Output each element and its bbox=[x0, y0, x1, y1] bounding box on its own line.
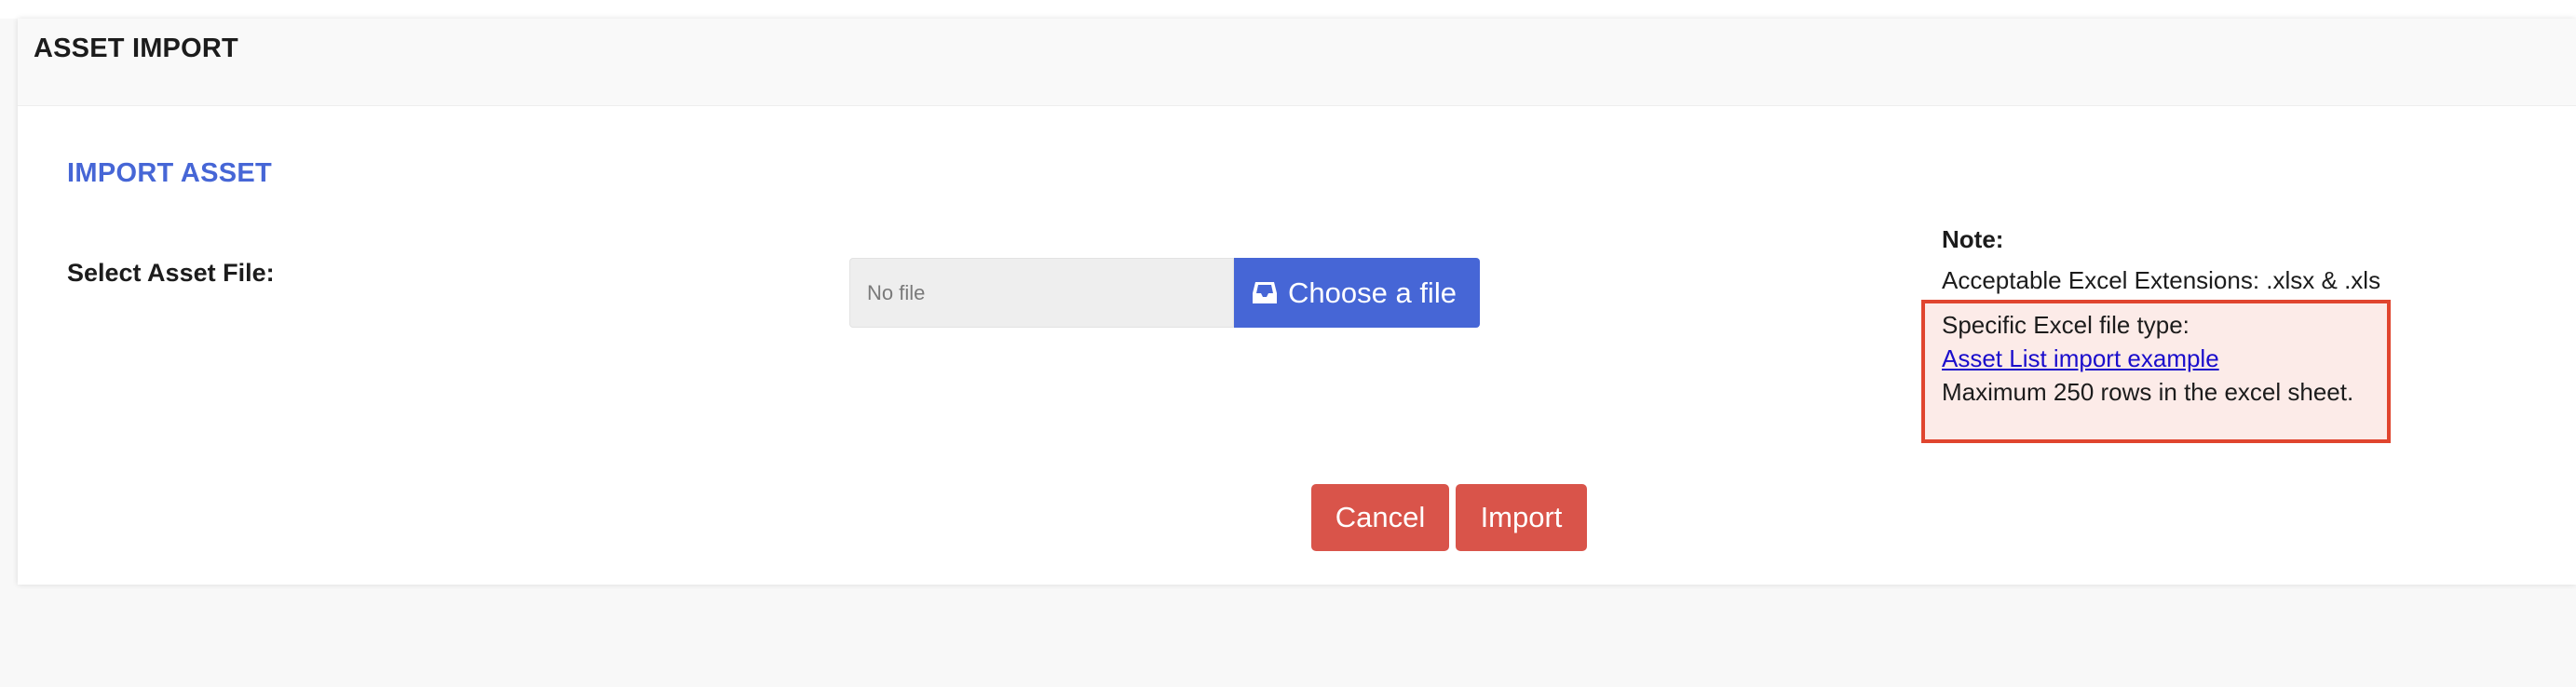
file-type-note-box: Specific Excel file type: Asset List imp… bbox=[1921, 300, 2391, 443]
asset-import-card: ASSET IMPORT IMPORT ASSET Select Asset F… bbox=[18, 19, 2576, 585]
top-strip bbox=[0, 0, 2576, 19]
import-button[interactable]: Import bbox=[1456, 484, 1587, 551]
inbox-icon bbox=[1251, 279, 1279, 307]
asset-list-example-link[interactable]: Asset List import example bbox=[1942, 344, 2219, 373]
file-picker[interactable]: No file Choose a file bbox=[849, 258, 1480, 328]
choose-file-label: Choose a file bbox=[1288, 276, 1457, 309]
max-rows-text: Maximum 250 rows in the excel sheet. bbox=[1942, 378, 2354, 406]
cancel-button[interactable]: Cancel bbox=[1311, 484, 1449, 551]
select-asset-file-label: Select Asset File: bbox=[67, 259, 275, 287]
choose-file-button[interactable]: Choose a file bbox=[1234, 258, 1480, 328]
file-type-text: Specific Excel file type: bbox=[1942, 311, 2190, 339]
card-title: ASSET IMPORT bbox=[34, 34, 238, 63]
card-header: ASSET IMPORT bbox=[18, 19, 2576, 106]
acceptable-extensions-text: Acceptable Excel Extensions: .xlsx & .xl… bbox=[1942, 266, 2381, 294]
section-title: IMPORT ASSET bbox=[67, 158, 273, 188]
note-title: Note: bbox=[1942, 225, 2004, 253]
page: ASSET IMPORT IMPORT ASSET Select Asset F… bbox=[0, 0, 2576, 687]
file-name-display[interactable]: No file bbox=[849, 258, 1234, 328]
